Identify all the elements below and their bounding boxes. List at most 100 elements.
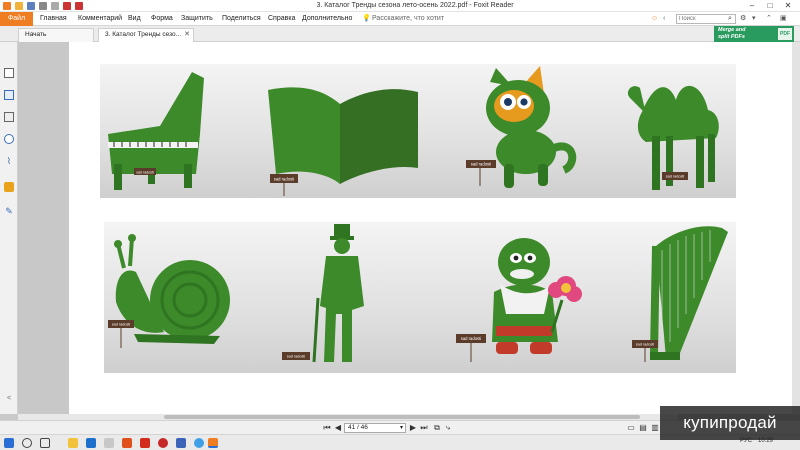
minimize-ribbon-icon[interactable]: ⌃ [766, 14, 772, 24]
single-page-icon[interactable]: ▭ [626, 423, 636, 433]
plate-label: sad radosti [666, 175, 685, 179]
close-button[interactable]: ✕ [780, 0, 796, 12]
bookmark-icon[interactable] [4, 68, 14, 78]
topiary-gnome-photo: sad radosti [432, 222, 610, 373]
undo-icon[interactable] [63, 2, 71, 10]
tab-start[interactable]: Начать [18, 28, 94, 42]
page-indicator: 41 / 46 [348, 424, 368, 431]
piano-figure: sad radosti [108, 72, 204, 190]
app-icon[interactable] [176, 438, 186, 448]
browser-icon[interactable] [122, 438, 132, 448]
snail-figure: sad radosti [108, 234, 230, 348]
app-icon[interactable] [194, 438, 204, 448]
smile-feedback-icon[interactable]: ☺ [651, 14, 658, 24]
topiary-book-photo: sad radosti [248, 64, 428, 198]
lock-icon[interactable] [4, 182, 14, 192]
menu-share[interactable]: Поделиться [222, 14, 261, 24]
minimize-button[interactable]: – [744, 0, 760, 12]
yandex-icon[interactable] [140, 438, 150, 448]
page-view-icon[interactable]: ⧉ [432, 423, 442, 433]
title-bar: 3. Каталог Тренды сезона лето-осень 2022… [0, 0, 800, 12]
watermark-logo: купипродай [660, 406, 800, 440]
foxit-taskbar-icon[interactable] [208, 438, 218, 448]
next-page-icon[interactable]: ▶ [408, 423, 418, 433]
first-page-icon[interactable]: ⏮ [322, 423, 332, 433]
page-thumbnails-icon[interactable] [4, 90, 14, 100]
topiary-gentleman-photo: sad radosti [248, 222, 432, 373]
menu-protect[interactable]: Защитить [181, 14, 213, 24]
tab-document[interactable]: 3. Каталог Тренды сезо... ✕ [98, 28, 194, 42]
comments-icon[interactable] [4, 134, 14, 144]
harp-figure: sad radosti [632, 226, 728, 362]
opera-icon[interactable] [158, 438, 168, 448]
close-tab-icon[interactable]: ✕ [184, 29, 190, 41]
search-icon[interactable]: ⌕ [728, 14, 732, 24]
last-page-icon[interactable]: ⏭ [419, 423, 429, 433]
file-explorer-icon[interactable] [68, 438, 78, 448]
scrollbar-thumb[interactable] [164, 415, 640, 419]
app-icon[interactable] [86, 438, 96, 448]
plate-label: sad radosti [136, 171, 154, 175]
app-icon[interactable] [104, 438, 114, 448]
windows-start-icon[interactable] [4, 438, 14, 448]
menu-comment[interactable]: Комментарий [78, 14, 122, 24]
menu-view[interactable]: Вид [128, 14, 141, 24]
chevron-down-icon[interactable]: ▾ [400, 424, 403, 432]
menu-more[interactable]: Дополнительно [302, 14, 352, 24]
previous-page-icon[interactable]: ◀ [333, 423, 343, 433]
window-title: 3. Каталог Тренды сезона лето-осень 2022… [316, 2, 514, 9]
vertical-scrollbar[interactable] [792, 42, 800, 414]
menu-home[interactable]: Главная [40, 14, 67, 24]
topiary-camel-photo: sad radosti [606, 64, 736, 198]
pdf-badge-icon: PDF [778, 28, 792, 40]
maximize-button[interactable]: □ [762, 0, 778, 12]
ribbon-settings-icon[interactable]: ▣ [780, 14, 787, 24]
rotate-icon[interactable]: ⤷ [443, 423, 453, 433]
plate-label: sad radosti [274, 177, 295, 182]
continuous-page-icon[interactable]: ▤ [638, 423, 648, 433]
print-icon[interactable] [39, 2, 47, 10]
hand-tool-icon[interactable] [51, 2, 59, 10]
tab-start-label: Начать [25, 31, 47, 38]
search-input[interactable] [676, 14, 736, 24]
search-icon[interactable] [22, 438, 32, 448]
tell-me-field[interactable]: Расскажите, что хотит [372, 14, 444, 24]
topiary-piano-photo: sad radosti [100, 64, 248, 198]
tab-document-label: 3. Каталог Тренды сезо... [105, 31, 182, 38]
document-tabs: Начать 3. Каталог Тренды сезо... ✕ [0, 26, 800, 42]
menu-help[interactable]: Справка [268, 14, 295, 24]
task-view-icon[interactable] [40, 438, 50, 448]
catalog-row-1: sad radosti sad radosti sad radosti sad … [100, 64, 736, 198]
gentleman-figure: sad radosti [282, 224, 364, 363]
ribbon-menu: Файл Главная Комментарий Вид Форма Защит… [0, 12, 800, 26]
collapse-panel-icon[interactable]: < [4, 394, 14, 404]
topiary-cat-photo: sad radosti [428, 64, 606, 198]
pdf-page: sad radosti sad radosti sad radosti sad … [69, 42, 800, 414]
layers-icon[interactable] [4, 112, 14, 122]
signature-icon[interactable]: ✎ [4, 206, 14, 216]
topiary-harp-photo: sad radosti [610, 222, 736, 373]
save-icon[interactable] [27, 2, 35, 10]
gear-icon[interactable]: ⚙ [740, 14, 746, 24]
open-icon[interactable] [15, 2, 23, 10]
menu-form[interactable]: Форма [151, 14, 173, 24]
catalog-row-2: sad radosti sad radosti sad radosti sad … [104, 222, 736, 373]
plate-label: sad radosti [287, 355, 306, 359]
file-menu-button[interactable]: Файл [0, 12, 33, 26]
merge-split-banner[interactable]: Merge and split PDFs PDF [714, 26, 794, 42]
redo-icon[interactable] [75, 2, 83, 10]
page-number-field[interactable]: 41 / 46 ▾ [344, 423, 406, 433]
camel-figure: sad radosti [627, 85, 719, 190]
gnome-figure: sad radosti [456, 238, 582, 362]
facing-page-icon[interactable]: ▥ [650, 423, 660, 433]
plate-label: sad radosti [471, 162, 492, 167]
foxit-logo-icon [3, 2, 11, 10]
plate-label: sad radosti [461, 336, 482, 341]
chevron-left-icon[interactable]: ‹ [663, 14, 665, 24]
left-panel: ⌇ ✎ < [0, 42, 18, 414]
document-viewer[interactable]: sad radosti sad radosti sad radosti sad … [18, 42, 800, 414]
lightbulb-icon: 💡 [362, 15, 371, 22]
chevron-down-icon[interactable]: ▾ [752, 14, 756, 24]
attachment-icon[interactable]: ⌇ [4, 156, 14, 166]
plate-label: sad radosti [112, 323, 131, 327]
